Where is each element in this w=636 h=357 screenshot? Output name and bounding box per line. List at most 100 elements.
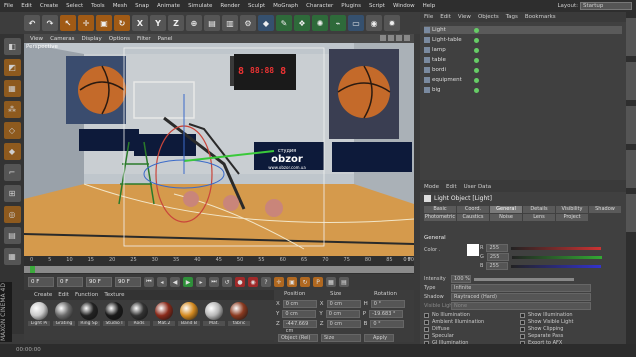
redo-icon[interactable]: ↷ — [42, 15, 58, 31]
viewport-nav-icons[interactable] — [380, 35, 410, 41]
menu-script[interactable]: Script — [365, 3, 389, 9]
shadow-dropdown[interactable]: Raytraced (Hard) — [451, 293, 591, 301]
material-item[interactable]: Studio I — [103, 302, 125, 338]
keyframe-selection-icon[interactable]: ? — [261, 277, 271, 287]
next-key-icon[interactable]: ▸ — [196, 277, 206, 287]
menu-create[interactable]: Create — [36, 3, 62, 9]
option-checkbox[interactable] — [520, 319, 525, 325]
structure-side-tab[interactable] — [626, 106, 636, 144]
undo-icon[interactable]: ↶ — [24, 15, 40, 31]
object-row[interactable]: bordi — [424, 66, 622, 74]
object-menu-view[interactable]: View — [458, 14, 471, 20]
key-rotation-icon[interactable]: ↻ — [300, 277, 310, 287]
channel-field[interactable]: 255 — [486, 253, 509, 261]
rotation-field[interactable]: -19.683 ° — [369, 310, 404, 318]
select-icon[interactable]: ↖ — [60, 15, 76, 31]
coord-mode-dropdown[interactable]: Object (Rel) — [278, 334, 318, 342]
tab-visibility[interactable]: Visibility — [556, 206, 588, 213]
scale-icon[interactable]: ▣ — [96, 15, 112, 31]
option-row[interactable]: Ambient Illumination — [424, 319, 506, 325]
model-mode-icon[interactable]: ◩ — [3, 59, 21, 76]
layout-selector[interactable]: Layout: Startup — [557, 2, 632, 10]
channel-field[interactable]: 255 — [486, 244, 509, 252]
channel-slider[interactable] — [511, 264, 602, 268]
object-menu-edit[interactable]: Edit — [440, 14, 451, 20]
menu-sculpt[interactable]: Sculpt — [244, 3, 269, 9]
viewport-menu-options[interactable]: Options — [109, 36, 130, 42]
camera-icon[interactable]: ◉ — [366, 15, 382, 31]
play-icon[interactable]: ▶ — [183, 277, 193, 287]
play-backward-icon[interactable]: ◀ — [170, 277, 180, 287]
object-row[interactable]: equipment — [424, 76, 622, 84]
points-mode-icon[interactable]: ⁂ — [3, 101, 21, 118]
tab-details[interactable]: Details — [523, 206, 555, 213]
menu-plugins[interactable]: Plugins — [337, 3, 365, 9]
scheme-icon[interactable]: ▤ — [339, 277, 349, 287]
option-checkbox[interactable] — [424, 326, 429, 332]
menu-character[interactable]: Character — [302, 3, 337, 9]
visibility-dot-icon[interactable] — [474, 87, 479, 93]
material-item[interactable]: fabric — [228, 302, 250, 338]
tab-general[interactable]: General — [490, 206, 522, 213]
preview-end-field[interactable]: 90 F — [115, 277, 141, 287]
coordinate-system-icon[interactable]: ⊕ — [186, 15, 202, 31]
material-item[interactable]: Mat. — [203, 302, 225, 338]
color-swatch[interactable] — [467, 244, 480, 256]
floor-icon[interactable]: ▭ — [348, 15, 364, 31]
end-frame-field[interactable]: 90 F — [86, 277, 112, 287]
x-axis-button[interactable]: X — [132, 15, 148, 31]
attribute-menu-mode[interactable]: Mode — [424, 184, 439, 190]
current-frame-field[interactable]: 0 F — [57, 277, 83, 287]
position-field[interactable]: 0 cm — [282, 300, 317, 308]
go-to-end-icon[interactable]: ⏭ — [209, 277, 219, 287]
channel-slider[interactable] — [511, 246, 602, 250]
viewport-menu-filter[interactable]: Filter — [137, 36, 151, 42]
content-browser-side-tab[interactable] — [626, 62, 636, 100]
menu-help[interactable]: Help — [419, 3, 440, 9]
size-field[interactable]: 0 cm — [326, 320, 361, 328]
option-row[interactable]: Show Visible Light — [520, 319, 573, 325]
axis-mode-icon[interactable]: ⌐ — [3, 164, 21, 181]
attribute-menu-user-data[interactable]: User Data — [464, 184, 491, 190]
texture-mode-icon[interactable]: ▦ — [3, 80, 21, 97]
move-icon[interactable]: ✛ — [78, 15, 94, 31]
object-row[interactable]: lamp — [424, 46, 622, 54]
viewport-menu-cameras[interactable]: Cameras — [50, 36, 74, 42]
option-row[interactable]: Show Clipping — [520, 326, 563, 332]
option-checkbox[interactable] — [424, 312, 429, 318]
z-axis-button[interactable]: Z — [168, 15, 184, 31]
intensity-field[interactable]: 100 % — [451, 275, 471, 283]
position-field[interactable]: -447.669 cm — [282, 320, 317, 334]
object-menu-tags[interactable]: Tags — [506, 14, 518, 20]
material-item[interactable]: Ring Sp — [78, 302, 100, 338]
menu-window[interactable]: Window — [389, 3, 419, 9]
object-menu-bookmarks[interactable]: Bookmarks — [525, 14, 556, 20]
objects-side-tab[interactable] — [626, 18, 636, 56]
menu-render[interactable]: Render — [216, 3, 244, 9]
render-settings-icon[interactable]: ⚙ — [240, 15, 256, 31]
timeline-playhead[interactable] — [30, 266, 35, 273]
start-frame-field[interactable]: 0 F — [28, 277, 54, 287]
key-position-icon[interactable]: ✛ — [274, 277, 284, 287]
attribute-menu-edit[interactable]: Edit — [446, 184, 457, 190]
object-menu-objects[interactable]: Objects — [478, 14, 499, 20]
polygons-mode-icon[interactable]: ◆ — [3, 143, 21, 160]
size-mode-dropdown[interactable]: Size — [321, 334, 361, 342]
tweak-mode-icon[interactable]: ⊞ — [3, 185, 21, 202]
material-menu-function[interactable]: Function — [75, 292, 98, 298]
option-row[interactable]: Separate Pass — [520, 333, 563, 339]
object-row[interactable]: big — [424, 86, 622, 94]
tab-photometric[interactable]: Photometric — [424, 214, 456, 221]
visible-light-dropdown[interactable]: None — [451, 302, 591, 310]
option-row[interactable]: No Illumination — [424, 312, 506, 318]
menu-edit[interactable]: Edit — [17, 3, 36, 9]
option-checkbox[interactable] — [424, 319, 429, 325]
apply-button[interactable]: Apply — [364, 334, 394, 342]
visibility-dot-icon[interactable] — [474, 67, 479, 73]
workplane-icon[interactable]: ▤ — [3, 227, 21, 244]
viewport-menu-view[interactable]: View — [30, 36, 43, 42]
timeline[interactable]: 0 5 10 15 20 25 30 35 40 45 50 55 60 65 70 75 80 85 90 0 F — [24, 256, 414, 274]
edges-mode-icon[interactable]: ◇ — [3, 122, 21, 139]
visibility-dot-icon[interactable] — [474, 57, 479, 63]
timeline-track[interactable] — [24, 266, 414, 273]
